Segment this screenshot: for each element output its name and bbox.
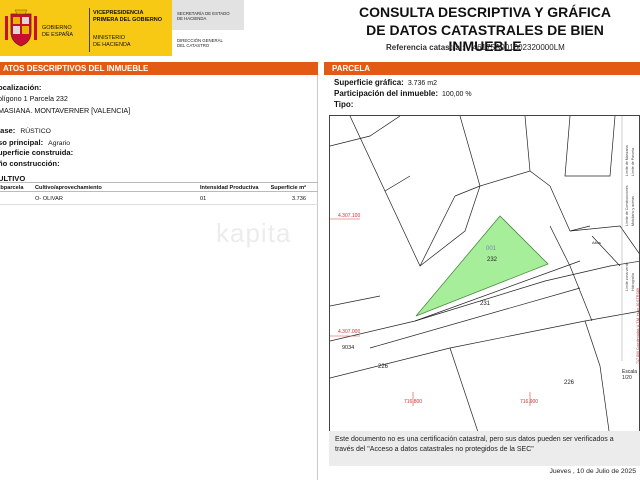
cell-superficie: 3.736 [292, 196, 306, 202]
section-bar-datos: ATOS DESCRIPTIVOS DEL INMUEBLE [0, 62, 318, 75]
disclaimer-notice: Este documento no es una certificación c… [329, 431, 640, 466]
coord-label-x1: 716.800 [404, 399, 422, 405]
legend-item: Límite de Parcela [631, 148, 635, 176]
watermark: kapita [216, 218, 292, 248]
parcel-outline [564, 116, 616, 177]
referencia-value: 46175A001002320000LM [472, 43, 565, 52]
direccion-label: DIRECCIÓN GENERAL DEL CATASTRO [177, 38, 223, 49]
ministerio-label: MINISTERIO DE HACIENDA [93, 35, 131, 48]
cell-intensidad: 01 [200, 196, 207, 202]
section-bar-parcela: PARCELA [324, 62, 640, 75]
legend-item: Límite de Construcciones [625, 185, 629, 226]
secretaria-block: SECRETARÍA DE ESTADO DE HACIENDA DIRECCI… [172, 0, 244, 56]
parcel-outline [330, 295, 381, 307]
parcel-outline [549, 185, 591, 232]
participacion-value: 100,00 % [442, 91, 472, 98]
parcel-outline [384, 190, 456, 267]
parcel-outline [524, 116, 531, 172]
referencia-catastral: Referencia catastral: 46175A001002320000L… [386, 43, 565, 52]
cadastral-map[interactable]: 4.307.100 4.307.000 716.800 716.900 001 … [329, 115, 640, 437]
parcel-label-231: 231 [480, 301, 491, 307]
col-intensidad: Intensidad Productiva [200, 185, 259, 191]
cell-cultivo: O- OLIVAR [35, 196, 63, 202]
parcel-outline [569, 225, 639, 254]
tipo-row: Tipo: [334, 100, 354, 109]
header-divider [89, 8, 90, 52]
coord-label-y1: 4.307.100 [338, 213, 360, 219]
document-title-line1: CONSULTA DESCRIPTIVA Y GRÁFICA [358, 4, 611, 20]
ano-construccion-row: ño construcción: [0, 159, 60, 168]
parcel-outline [584, 320, 611, 436]
parcel-outline [330, 116, 401, 147]
parcel-label-232: 232 [487, 257, 498, 263]
coord-label-x2: 716.900 [520, 399, 538, 405]
parcel-label-226b: 226 [564, 380, 575, 386]
col-cultivo: Cultivo/aprovechamiento [35, 185, 102, 191]
superficie-construida-row: uperficie construida: [0, 148, 74, 157]
legend-item: Mobiliario y aceras [631, 196, 635, 226]
col-subparcela: ubparcela [0, 185, 24, 191]
clase-value: RÚSTICO [20, 128, 51, 135]
col-superficie: Superficie m² [270, 185, 306, 191]
altos-label: Altos [592, 240, 601, 245]
parcel-label-226a: 226 [378, 364, 389, 370]
uso-value: Agrario [48, 140, 71, 147]
superficie-grafica-value: 3.736 m2 [407, 80, 437, 87]
localizacion-label: ocalización: [0, 83, 42, 92]
parcel-outline [449, 347, 480, 436]
utm-coordinate-note: 717.800 Coordenadas U.T.M. Huso 30 ETRS8… [636, 288, 640, 364]
legend-item: Límite zona verde [625, 262, 629, 291]
participacion-row: Participación del inmueble: 100,00 % [334, 89, 472, 98]
uso-row: so principal: Agrario [0, 138, 71, 147]
legend-item: Hidrografía [631, 273, 635, 291]
table-row: 0 O- OLIVAR 01 3.736 [0, 194, 318, 204]
vicepresidencia-label: VICEPRESIDENCIA PRIMERA DEL GOBIERNO [93, 10, 163, 23]
legend-item: Límite de Manzana [625, 145, 629, 176]
secretaria-label: SECRETARÍA DE ESTADO DE HACIENDA [177, 11, 230, 22]
clase-row: lase:RÚSTICO [0, 126, 51, 135]
referencia-label: Referencia catastral: [386, 43, 465, 52]
parcel-outline [349, 116, 411, 192]
map-canvas: 4.307.100 4.307.000 716.800 716.900 001 … [330, 116, 640, 436]
parcel-outline [369, 287, 581, 349]
localizacion-line2: MASIANA. MONTAVERNER [VALENCIA] [0, 106, 131, 115]
gobierno-logo-block: GOBIERNO DE ESPAÑA VICEPRESIDENCIA PRIME… [0, 0, 172, 56]
coord-label-y2: 4.307.000 [338, 329, 360, 335]
superficie-grafica-row: Superficie gráfica: 3.736 m2 [334, 78, 437, 87]
datos-panel: ocalización: olígono 1 Parcela 232 MASIA… [0, 75, 318, 480]
table-divider [0, 204, 318, 205]
parcel-outline [454, 116, 481, 197]
document-date: Jueves , 10 de Julio de 2025 [549, 468, 636, 475]
parcel-label-001: 001 [486, 246, 497, 252]
localizacion-line1: olígono 1 Parcela 232 [0, 94, 68, 103]
coat-of-arms-icon [5, 9, 37, 47]
scale-value: 1/20 [622, 375, 632, 381]
path-label-9034: 9034 [342, 345, 354, 351]
cultivo-table-header: ubparcela Cultivo/aprovechamiento Intens… [0, 182, 318, 192]
parcel-outline [549, 225, 593, 322]
parcel-outline [330, 311, 639, 379]
gobierno-label: GOBIERNO DE ESPAÑA [42, 25, 74, 38]
